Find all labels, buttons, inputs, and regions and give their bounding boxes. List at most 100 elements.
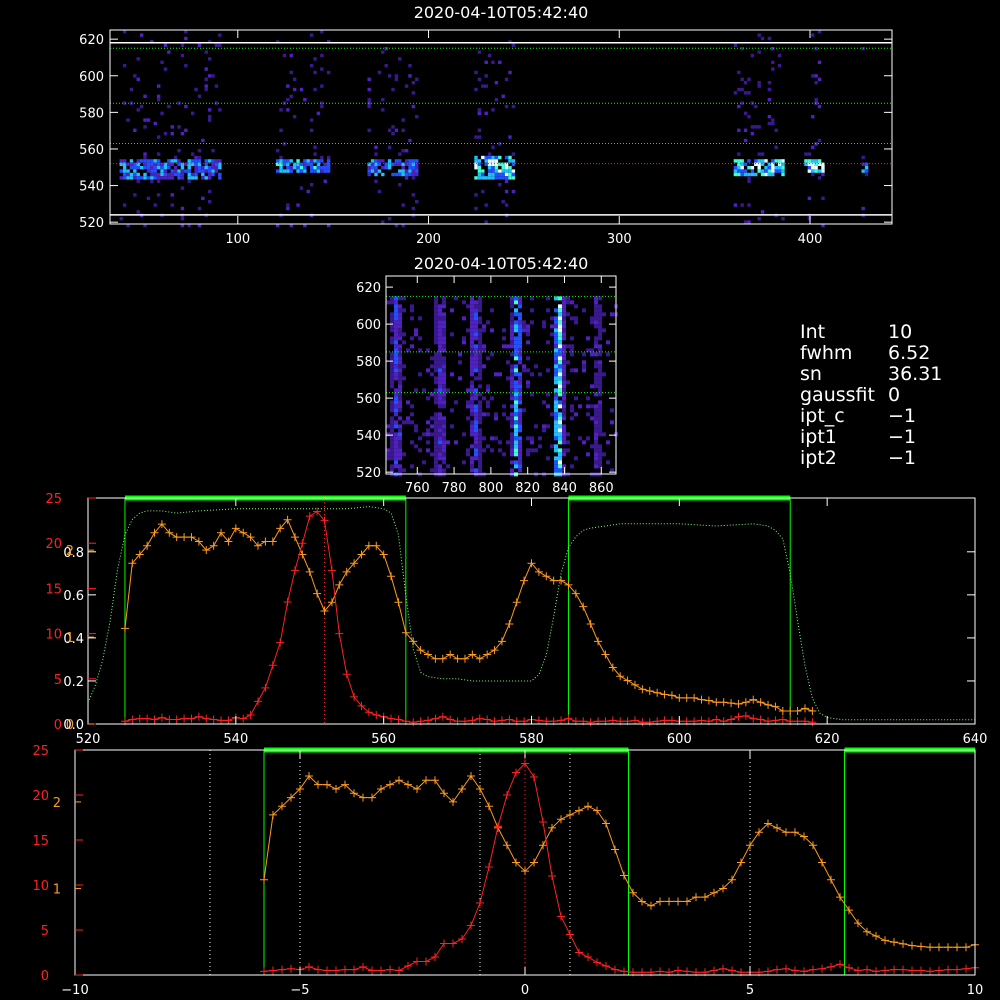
zoom-ytick-label-1: 540: [356, 429, 381, 444]
velocity-red-ytick-label-3: 15: [32, 834, 49, 849]
spectrum-series-0-point-70: [638, 685, 647, 694]
info-value: 10: [888, 321, 913, 343]
spectrum-series-1-point-63: [586, 718, 595, 727]
velocity-series-1-point-31: [539, 818, 547, 826]
spectrum-series-0-point-62: [579, 602, 588, 611]
top-band-3: [474, 40, 516, 224]
zoom-heatmap: [386, 296, 618, 477]
spectrum-series-0-point-87: [764, 700, 773, 709]
spectrum-orange-ytick-label-2: 2: [66, 544, 74, 559]
spectrum-series-1-point-86: [756, 715, 765, 724]
spectrum-series-0-markers: [120, 515, 817, 715]
spectrum-series-1-point-49: [483, 715, 492, 724]
velocity-series-1-point-52: [728, 966, 736, 975]
velocity-red-ytick-label-1: 5: [41, 924, 49, 939]
spectrum-series-0-point-23: [290, 533, 299, 542]
velocity-series-1-point-23: [467, 921, 475, 930]
spectrum-series-1-point-48: [475, 714, 484, 723]
velocity-xtick-label-2: 0: [521, 983, 529, 998]
velocity-series-0-point-65: [845, 906, 853, 915]
spectrum-series-0-point-77: [690, 693, 699, 702]
spectrum-series-0-point-69: [630, 680, 639, 689]
velocity-series-1-point-6: [314, 965, 322, 974]
spectrum-series-1-point-47: [468, 716, 477, 725]
velocity-series-1-point-1: [269, 966, 277, 975]
zoom-xtick-label-5: 860: [589, 481, 614, 496]
spectrum-series-0-point-65: [601, 650, 610, 659]
velocity-series-0-point-74: [926, 943, 934, 952]
spectrum-series-1-point-43: [438, 712, 447, 721]
spectrum-series-1-point-93: [808, 718, 817, 727]
velocity-series-0-point-43: [647, 901, 655, 910]
spectrum-series-0-point-75: [675, 693, 684, 702]
spectrum-xtick-label-1: 540: [223, 732, 248, 747]
velocity-series-0-point-15: [395, 776, 403, 785]
velocity-series-1-point-30: [530, 773, 538, 781]
velocity-series-1-point-36: [584, 953, 592, 961]
velocity-series-0-point-63: [827, 875, 835, 884]
velocity-series-0-point-27: [503, 841, 511, 850]
velocity-series-1-point-63: [827, 962, 835, 971]
velocity-series-1-point-51: [719, 964, 727, 973]
velocity-series-0-point-24: [476, 784, 484, 793]
spectrum-series-1-point-30: [342, 670, 351, 679]
spectrum-series-0-point-90: [786, 706, 795, 715]
velocity-series-0-point-37: [593, 806, 601, 815]
velocity-series-0-point-54: [746, 841, 754, 850]
velocity-series-1-point-3: [287, 964, 295, 973]
info-key: Int: [800, 321, 826, 343]
zoom-xtick-label-1: 780: [442, 481, 467, 496]
spectrum-series-1-point-16: [239, 714, 248, 723]
velocity-series-0-point-48: [692, 893, 700, 902]
velocity-series-0-point-40: [620, 871, 628, 880]
velocity-series-1-point-77: [953, 965, 961, 974]
velocity-series-1-point-14: [386, 965, 394, 974]
velocity-series-1-point-47: [683, 967, 691, 976]
velocity-series-0-point-75: [935, 943, 943, 952]
velocity-series-1-point-46: [674, 966, 682, 975]
spectrum-series-1-point-21: [276, 638, 285, 647]
info-key: sn: [800, 363, 822, 385]
velocity-series-1-point-57: [773, 965, 781, 974]
spectrum-series-1-point-3: [143, 714, 152, 723]
spectrum-series-1-point-1: [128, 715, 137, 724]
velocity-series-0-point-34: [566, 810, 574, 819]
velocity-series-1-point-34: [566, 930, 574, 939]
zoom-ytick-label-0: 520: [356, 466, 381, 481]
spectrum-series-1-point-4: [150, 715, 159, 724]
velocity-series-1-point-44: [656, 967, 664, 976]
velocity-series-1-line: [263, 762, 976, 973]
velocity-series-1-point-72: [908, 966, 916, 975]
spectrum-series-1-point-24: [298, 539, 307, 548]
velocity-series-1-point-59: [791, 966, 799, 975]
spectrum-series-0-point-44: [446, 650, 455, 659]
velocity-series-0-point-71: [899, 939, 907, 948]
spectrum-red-ytick-label-5: 25: [45, 492, 62, 507]
spectrum-series-0-point-42: [431, 654, 440, 663]
velocity-red-ytick-label-4: 20: [32, 789, 49, 804]
spectrum-xtick-label-5: 620: [815, 732, 840, 747]
chart-figure: 100 200 300 400520540560580600620760 780 800 8…: [32, 29, 987, 998]
spectrum-red-ytick-label-2: 10: [45, 628, 62, 643]
spectrum-series-0-point-83: [734, 700, 743, 709]
velocity-series-0-point-44: [656, 897, 664, 906]
velocity-series-0-point-35: [575, 806, 583, 815]
spectrum-series-1-point-17: [246, 710, 255, 719]
zoom-ytick-label-4: 600: [356, 318, 381, 333]
spectrum-series-0-point-9: [187, 533, 196, 542]
velocity-red-ytick-label-2: 10: [32, 879, 49, 894]
spectrum-series-1-point-23: [290, 566, 299, 575]
info-value: −1: [888, 447, 917, 469]
spectrum-xtick-label-3: 580: [519, 732, 544, 747]
top-xtick-label-2: 300: [607, 232, 632, 247]
fit-info-panel: Int 10 fwhm 6.52 sn 36.31 gaussfit 0 ipt_c −1 ipt1…: [800, 322, 942, 469]
velocity-series-0-point-36: [584, 802, 592, 811]
spectrum-series-0-point-76: [682, 693, 691, 702]
velocity-series-1-point-17: [413, 957, 421, 966]
velocity-series-1-point-71: [899, 965, 907, 974]
velocity-series-0-point-7: [323, 780, 331, 789]
velocity-series-0-point-57: [773, 823, 781, 832]
spectrum-series-0-point-49: [483, 650, 492, 659]
velocity-series-0-point-38: [602, 819, 610, 828]
velocity-series-1-point-13: [377, 966, 385, 975]
